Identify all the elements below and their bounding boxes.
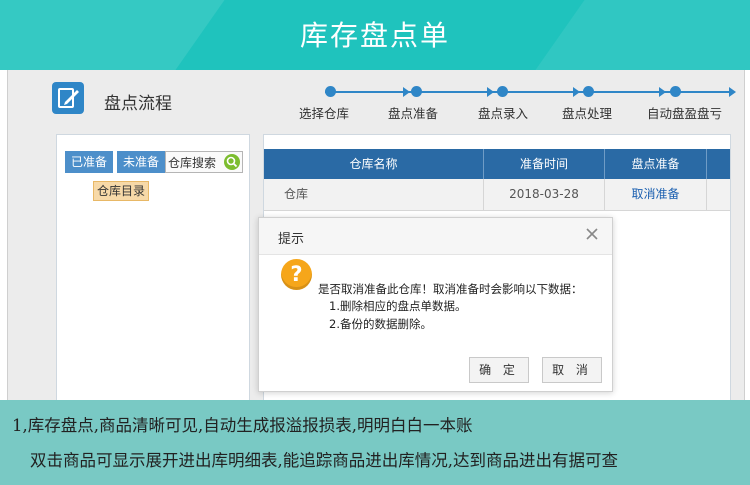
cell-prepare-time: 2018-03-28 bbox=[484, 179, 605, 210]
column-header: 仓库名称 bbox=[264, 149, 484, 179]
step-entry[interactable]: 盘点录入 bbox=[478, 103, 528, 122]
search-placeholder: 仓库搜索 bbox=[168, 156, 217, 170]
step-arrow-icon bbox=[659, 87, 666, 97]
step-dot bbox=[325, 86, 336, 97]
step-arrow-icon bbox=[487, 87, 494, 97]
step-dot bbox=[411, 86, 422, 97]
step-select-warehouse[interactable]: 选择仓库 bbox=[299, 103, 349, 122]
step-dot bbox=[583, 86, 594, 97]
header-banner: 库存盘点单 bbox=[0, 0, 750, 70]
close-icon[interactable] bbox=[582, 224, 602, 244]
caption-line: 1,库存盘点,商品清晰可见,自动生成报溢报损表,明明白白一本账 bbox=[12, 416, 473, 435]
caption-panel: 1,库存盘点,商品清晰可见,自动生成报溢报损表,明明白白一本账 双击商品可显示展… bbox=[0, 400, 750, 485]
step-process[interactable]: 盘点处理 bbox=[562, 103, 612, 122]
page-title: 盘点流程 bbox=[104, 94, 172, 114]
dialog-message: 是否取消准备此仓库！取消准备时会影响以下数据： bbox=[318, 282, 583, 296]
banner-title: 库存盘点单 bbox=[299, 19, 450, 52]
table-header: 仓库名称 准备时间 盘点准备 bbox=[264, 149, 730, 179]
step-arrow-icon bbox=[573, 87, 580, 97]
cell-warehouse-name: 仓库 bbox=[264, 179, 484, 210]
step-auto-profit-loss[interactable]: 自动盘盈盘亏 bbox=[647, 103, 722, 122]
dialog-title: 提示 bbox=[278, 232, 305, 247]
step-arrow-icon bbox=[403, 87, 410, 97]
step-arrow-icon bbox=[729, 87, 736, 97]
tab-unprepared[interactable]: 未准备 bbox=[117, 151, 166, 173]
tree-root-node[interactable]: 仓库目录 bbox=[93, 181, 150, 201]
dialog-header: 提示 bbox=[259, 218, 612, 255]
edit-document-icon bbox=[52, 82, 84, 114]
search-icon[interactable] bbox=[224, 154, 240, 170]
question-mark-icon: ? bbox=[281, 259, 312, 290]
tab-prepared[interactable]: 已准备 bbox=[65, 151, 114, 173]
caption-line: 双击商品可显示展开进出库明细表,能追踪商品进出库情况,达到商品进出有据可查 bbox=[30, 451, 618, 470]
warehouse-tree-panel: 已准备 未准备 仓库搜索 仓库目录 bbox=[56, 134, 250, 401]
warehouse-search-input[interactable]: 仓库搜索 bbox=[165, 151, 243, 173]
step-dot bbox=[497, 86, 508, 97]
dialog-message: 1.删除相应的盘点单数据。 bbox=[329, 299, 467, 313]
confirm-dialog: 提示 ? 是否取消准备此仓库！取消准备时会影响以下数据： 1.删除相应的盘点单数… bbox=[258, 217, 613, 392]
column-header: 盘点准备 bbox=[605, 149, 707, 179]
table-row[interactable]: 仓库 2018-03-28 取消准备 bbox=[264, 179, 730, 211]
dialog-message: 2.备份的数据删除。 bbox=[329, 317, 432, 331]
step-prepare[interactable]: 盘点准备 bbox=[388, 103, 438, 122]
cancel-button[interactable]: 取 消 bbox=[542, 357, 602, 383]
step-dot bbox=[670, 86, 681, 97]
cancel-prepare-link[interactable]: 取消准备 bbox=[605, 179, 707, 210]
confirm-button[interactable]: 确 定 bbox=[469, 357, 529, 383]
column-header: 准备时间 bbox=[484, 149, 605, 179]
